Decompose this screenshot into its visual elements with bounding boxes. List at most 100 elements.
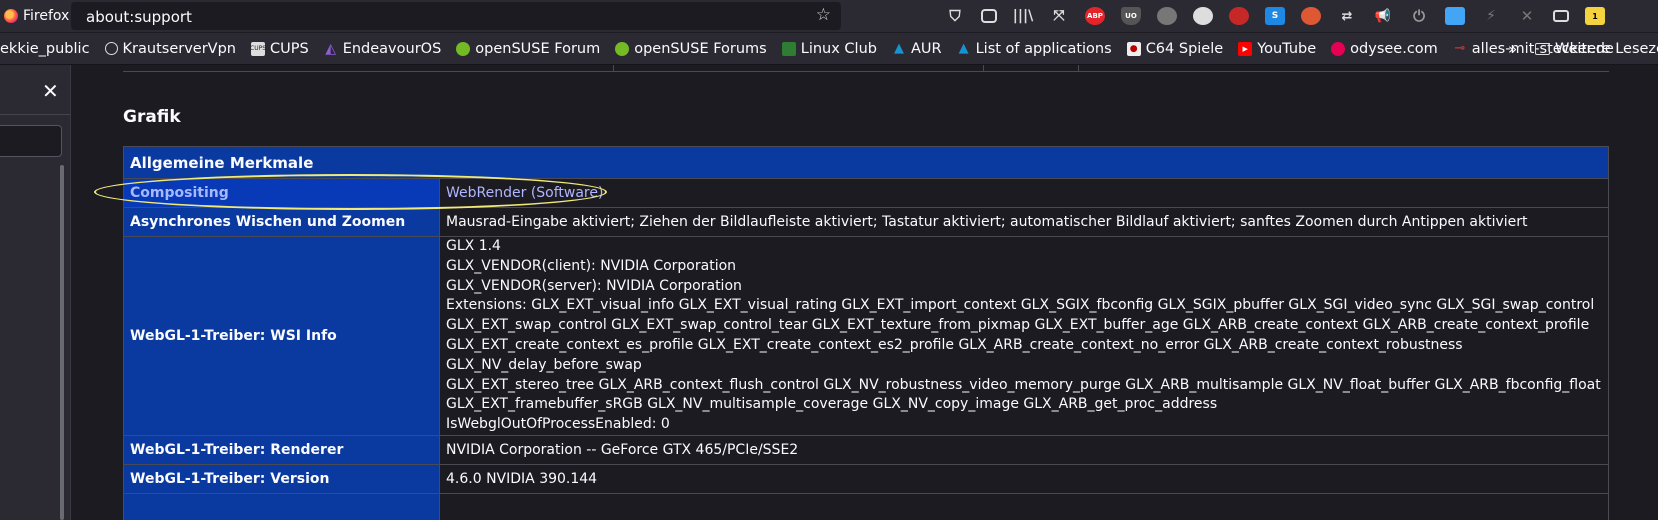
bookmark-cups[interactable]: CUPS CUPS xyxy=(250,40,309,57)
bookmark-opensuse-forum[interactable]: openSUSE Forum xyxy=(456,41,600,57)
pocket-icon[interactable] xyxy=(981,9,997,23)
url-text[interactable]: about:support xyxy=(86,8,192,26)
row-key: WebGL-1-Treiber: WSI Info xyxy=(123,236,440,436)
duckduckgo-icon[interactable] xyxy=(1301,7,1321,25)
youtube-icon: ▶ xyxy=(1238,41,1253,56)
row-value xyxy=(439,492,1609,520)
section-title: Grafik xyxy=(123,107,181,127)
arch-icon: ▲ xyxy=(893,41,904,56)
table-caption-row: Allgemeine Merkmale xyxy=(123,146,1609,179)
browser-name: Firefox xyxy=(23,8,70,24)
cross-tool-icon[interactable]: ✕ xyxy=(1517,7,1537,25)
url-bar[interactable]: about:support ☆ xyxy=(71,2,841,30)
plug-icon: ⊸ xyxy=(1454,41,1466,56)
bookmark-label: EndeavourOS xyxy=(342,40,442,57)
toolbar-extensions: ⛉ |||\ ⤧ ABP UO S ⇄ 📢 ⏻ ⚡ ✕ 1 xyxy=(945,4,1621,28)
bookmark-odysee[interactable]: odysee.com xyxy=(1331,41,1438,57)
bookmark-folder-label: Weitere Lesezei xyxy=(1555,40,1658,57)
value-line: GLX_VENDOR(server): NVIDIA Corporation xyxy=(446,277,742,294)
adblock-plus-icon[interactable]: ABP xyxy=(1085,7,1105,25)
c64-icon: ● xyxy=(1126,41,1141,56)
row-key xyxy=(123,492,440,520)
eyes-extension-icon[interactable] xyxy=(1157,7,1177,25)
opensuse-icon xyxy=(615,41,630,56)
folder-icon xyxy=(1535,42,1550,55)
globe-icon xyxy=(104,42,118,55)
table-row: WebGL-1-Treiber: WSI Info GLX 1.4 GLX_VE… xyxy=(123,236,1609,436)
graphics-features-table: Allgemeine Merkmale Compositing WebRende… xyxy=(123,146,1609,520)
table-row: Asynchrones Wischen und Zoomen Mausrad-E… xyxy=(123,207,1609,237)
reader-icon[interactable] xyxy=(1553,10,1569,22)
row-value: Mausrad-Eingabe aktiviert; Ziehen der Bi… xyxy=(439,207,1609,237)
value-line: GLX 1.4 xyxy=(446,238,501,254)
bookmark-aur[interactable]: ▲ AUR xyxy=(892,41,942,57)
s-extension-icon[interactable]: S xyxy=(1265,7,1285,25)
bookmark-label: odysee.com xyxy=(1350,40,1438,57)
pocket-save-icon[interactable]: ⛉ xyxy=(945,7,965,25)
bookmark-label: CUPS xyxy=(270,40,309,57)
blocker-icon[interactable] xyxy=(1229,7,1249,25)
value-line: Extensions: GLX_EXT_visual_info GLX_EXT_… xyxy=(446,297,1595,314)
bookmarks-overflow-chevron-icon[interactable]: » xyxy=(1508,33,1517,64)
close-icon[interactable]: ✕ xyxy=(42,79,59,103)
navigation-toolbar: Firefox about:support ☆ ⛉ |||\ ⤧ ABP UO … xyxy=(0,0,1658,33)
bookmark-label: AUR xyxy=(910,40,942,57)
bookmark-krautservervpn[interactable]: KrautserverVpn xyxy=(104,40,236,57)
value-line: GLX_EXT_stereo_tree GLX_ARB_context_flus… xyxy=(446,376,1601,393)
bookmark-linux-club[interactable]: Linux Club xyxy=(781,40,877,57)
row-value: GLX 1.4 GLX_VENDOR(client): NVIDIA Corpo… xyxy=(439,236,1609,436)
sidebar-divider xyxy=(0,114,70,115)
browser-identity[interactable]: Firefox xyxy=(0,0,69,32)
bookmark-label: C64 Spiele xyxy=(1145,40,1224,57)
bookmark-label: List of applications xyxy=(975,40,1112,57)
file-extension-icon[interactable] xyxy=(1445,7,1465,25)
bookmark-label: openSUSE Forum xyxy=(475,40,601,57)
bookmark-label: Linux Club xyxy=(800,40,877,57)
sidebar-scrollbar[interactable] xyxy=(60,165,64,520)
bookmark-youtube[interactable]: ▶ YouTube xyxy=(1238,41,1316,57)
sidebar-search-input[interactable] xyxy=(0,125,62,157)
row-key: Compositing xyxy=(123,178,440,208)
bookmark-c64-spiele[interactable]: ● C64 Spiele xyxy=(1126,40,1224,57)
library-icon[interactable]: |||\ xyxy=(1013,7,1033,25)
value-line: GLX_EXT_framebuffer_sRGB GLX_NV_multisam… xyxy=(446,396,1218,413)
value-line: GLX_EXT_create_context_es_profile GLX_EX… xyxy=(446,336,1463,373)
linux-club-icon xyxy=(781,41,796,56)
power-icon[interactable]: ⏻ xyxy=(1409,7,1429,25)
row-key: Asynchrones Wischen und Zoomen xyxy=(123,207,440,237)
value-line: GLX_EXT_swap_control GLX_EXT_swap_contro… xyxy=(446,317,1590,334)
table-row xyxy=(123,492,1609,520)
row-value: WebRender (Software) xyxy=(439,178,1609,208)
megaphone-icon[interactable]: 📢 xyxy=(1373,7,1393,25)
bookmark-list-of-applications[interactable]: ▲ List of applications xyxy=(957,41,1112,57)
bookmark-star-icon[interactable]: ☆ xyxy=(816,5,831,25)
value-line: GLX_VENDOR(client): NVIDIA Corporation xyxy=(446,257,737,274)
bookmark-endeavouros[interactable]: ◭ EndeavourOS xyxy=(324,40,442,57)
cups-icon: CUPS xyxy=(250,41,266,56)
opensuse-icon xyxy=(456,41,471,56)
table-divider xyxy=(983,65,984,71)
arch-icon: ▲ xyxy=(958,41,969,56)
privacy-badger-icon[interactable] xyxy=(1193,7,1213,25)
endeavouros-icon: ◭ xyxy=(325,40,337,57)
bookmark-label: ekkie_public xyxy=(0,40,90,57)
about-support-page: Grafik Allgemeine Merkmale Compositing W… xyxy=(71,65,1658,520)
lightning-icon[interactable]: ⚡ xyxy=(1481,7,1501,25)
bookmark-ekkie-public[interactable]: ekkie_public xyxy=(0,41,90,57)
bookmark-folder-other[interactable]: Weitere Lesezei xyxy=(1535,33,1658,64)
notification-badge-icon[interactable]: 1 xyxy=(1585,7,1605,25)
table-divider xyxy=(613,65,614,71)
row-value: 4.6.0 NVIDIA 390.144 xyxy=(439,463,1609,494)
bookmark-label: openSUSE Forums xyxy=(634,40,767,57)
bookmark-label: KrautserverVpn xyxy=(122,40,236,57)
sidebar-panel: ✕ xyxy=(0,65,71,520)
row-value: NVIDIA Corporation -- GeForce GTX 465/PC… xyxy=(439,434,1609,465)
ublock-origin-icon[interactable]: UO xyxy=(1121,7,1141,25)
translate-icon[interactable]: ⇄ xyxy=(1337,7,1357,25)
table-row: Compositing WebRender (Software) xyxy=(123,178,1609,208)
table-caption: Allgemeine Merkmale xyxy=(123,146,1609,179)
bookmark-opensuse-forums[interactable]: openSUSE Forums xyxy=(615,41,767,57)
share-arrows-icon[interactable]: ⤧ xyxy=(1049,7,1069,25)
value-line: IsWebglOutOfProcessEnabled: 0 xyxy=(446,416,670,433)
table-row: WebGL-1-Treiber: Version 4.6.0 NVIDIA 39… xyxy=(123,463,1609,494)
